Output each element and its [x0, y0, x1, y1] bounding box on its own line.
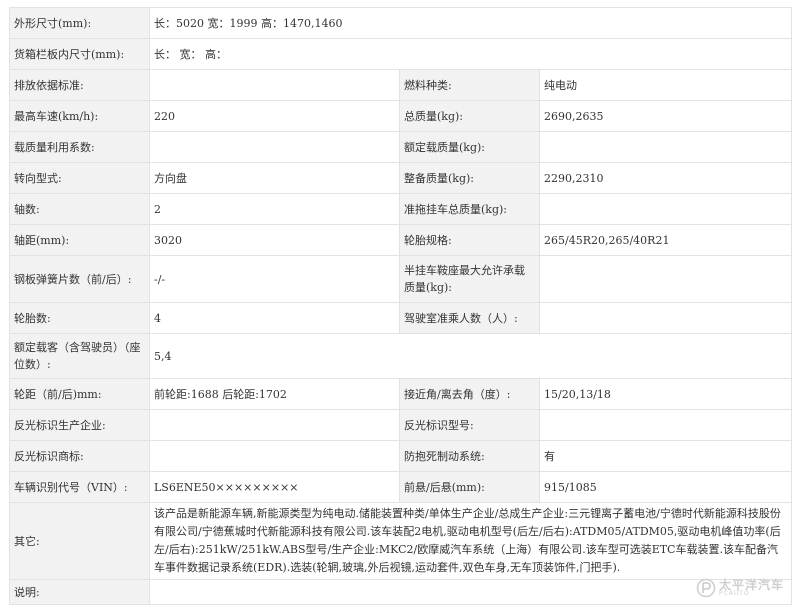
- table-row: 说明:: [9, 579, 793, 605]
- table-row: 轮胎数: 4 驾驶室准乘人数（人）:: [9, 302, 793, 334]
- label-saddle-load: 半挂车鞍座最大允许承载质量(kg):: [399, 255, 540, 303]
- label-vin: 车辆识别代号（VIN）:: [9, 471, 150, 503]
- spec-table: 外形尺寸(mm): 长：5020 宽：1999 高：1470,1460 货箱栏板…: [9, 7, 793, 605]
- label-seating: 额定载客（含驾驶员）（座位数）:: [9, 333, 150, 379]
- table-row: 反光标识商标: 防抱死制动系统: 有: [9, 440, 793, 472]
- pcauto-logo-icon: [696, 578, 716, 598]
- watermark-subtext: PCAUTO: [718, 590, 750, 597]
- label-fuel-type: 燃料种类:: [399, 69, 540, 101]
- value-reflector-maker: [149, 409, 400, 441]
- value-other: 该产品是新能源车辆,新能源类型为纯电动.储能装置种类/单体生产企业/总成生产企业…: [148, 502, 793, 580]
- label-load-utilization: 载质量利用系数:: [9, 131, 150, 163]
- label-emission-standard: 排放依据标准:: [9, 69, 150, 101]
- value-trailer-mass: [538, 193, 793, 225]
- label-overhang: 前悬/后悬(mm):: [399, 471, 540, 503]
- value-steering-type: 方向盘: [149, 162, 400, 194]
- value-saddle-load: [538, 255, 793, 303]
- label-trailer-mass: 准拖挂车总质量(kg):: [399, 193, 540, 225]
- label-abs: 防抱死制动系统:: [399, 440, 540, 472]
- label-max-speed: 最高车速(km/h):: [9, 100, 150, 132]
- value-rated-load: [538, 131, 793, 163]
- label-notes: 说明:: [9, 579, 150, 605]
- value-overhang: 915/1085: [538, 471, 793, 503]
- table-row: 轴距(mm): 3020 轮胎规格: 265/45R20,265/40R21: [9, 224, 793, 256]
- table-row: 轴数: 2 准拖挂车总质量(kg):: [9, 193, 793, 225]
- value-fuel-type: 纯电动: [538, 69, 793, 101]
- table-row: 外形尺寸(mm): 长：5020 宽：1999 高：1470,1460: [9, 7, 793, 39]
- label-tire-spec: 轮胎规格:: [399, 224, 540, 256]
- value-tire-spec: 265/45R20,265/40R21: [538, 224, 793, 256]
- label-axle-count: 轴数:: [9, 193, 150, 225]
- label-track: 轮距（前/后)mm:: [9, 378, 150, 410]
- value-approach-departure: 15/20,13/18: [538, 378, 793, 410]
- table-row: 货箱栏板内尺寸(mm): 长： 宽： 高：: [9, 38, 793, 70]
- value-curb-mass: 2290,2310: [538, 162, 793, 194]
- table-row: 额定载客（含驾驶员）（座位数）: 5,4: [9, 333, 793, 379]
- pcauto-watermark: 太平洋汽车 PCAUTO: [696, 578, 784, 598]
- value-leaf-springs: -/-: [149, 255, 400, 303]
- table-row: 载质量利用系数: 额定载质量(kg):: [9, 131, 793, 163]
- value-abs: 有: [538, 440, 793, 472]
- value-seating: 5,4: [148, 333, 793, 379]
- label-tire-count: 轮胎数:: [9, 302, 150, 334]
- table-row: 最高车速(km/h): 220 总质量(kg): 2690,2635: [9, 100, 793, 132]
- table-row: 反光标识生产企业: 反光标识型号:: [9, 409, 793, 441]
- label-reflector-maker: 反光标识生产企业:: [9, 409, 150, 441]
- value-vin: LS6ENE50×××××××××: [149, 471, 400, 503]
- value-cargo-box-size: 长： 宽： 高：: [148, 38, 793, 70]
- value-max-speed: 220: [149, 100, 400, 132]
- value-tire-count: 4: [149, 302, 400, 334]
- label-leaf-springs: 钢板弹簧片数（前/后）:: [9, 255, 150, 303]
- value-cab-capacity: [538, 302, 793, 334]
- value-gross-mass: 2690,2635: [538, 100, 793, 132]
- value-wheelbase: 3020: [149, 224, 400, 256]
- label-wheelbase: 轴距(mm):: [9, 224, 150, 256]
- table-row: 轮距（前/后)mm: 前轮距:1688 后轮距:1702 接近角/离去角（度）:…: [9, 378, 793, 410]
- value-load-utilization: [149, 131, 400, 163]
- label-steering-type: 转向型式:: [9, 162, 150, 194]
- value-emission-standard: [149, 69, 400, 101]
- label-other: 其它:: [9, 502, 150, 580]
- label-reflector-brand: 反光标识商标:: [9, 440, 150, 472]
- label-cargo-box-size: 货箱栏板内尺寸(mm):: [9, 38, 150, 70]
- label-cab-capacity: 驾驶室准乘人数（人）:: [399, 302, 540, 334]
- value-axle-count: 2: [149, 193, 400, 225]
- label-gross-mass: 总质量(kg):: [399, 100, 540, 132]
- table-row: 车辆识别代号（VIN）: LS6ENE50××××××××× 前悬/后悬(mm)…: [9, 471, 793, 503]
- table-row: 转向型式: 方向盘 整备质量(kg): 2290,2310: [9, 162, 793, 194]
- label-rated-load: 额定载质量(kg):: [399, 131, 540, 163]
- value-dimensions: 长：5020 宽：1999 高：1470,1460: [148, 7, 793, 39]
- label-approach-departure: 接近角/离去角（度）:: [399, 378, 540, 410]
- table-row: 其它: 该产品是新能源车辆,新能源类型为纯电动.储能装置种类/单体生产企业/总成…: [9, 502, 793, 580]
- value-reflector-model: [538, 409, 793, 441]
- label-curb-mass: 整备质量(kg):: [399, 162, 540, 194]
- label-dimensions: 外形尺寸(mm):: [9, 7, 150, 39]
- value-track: 前轮距:1688 后轮距:1702: [149, 378, 400, 410]
- value-reflector-brand: [149, 440, 400, 472]
- label-reflector-model: 反光标识型号:: [399, 409, 540, 441]
- table-row: 钢板弹簧片数（前/后）: -/- 半挂车鞍座最大允许承载质量(kg):: [9, 255, 793, 303]
- table-row: 排放依据标准: 燃料种类: 纯电动: [9, 69, 793, 101]
